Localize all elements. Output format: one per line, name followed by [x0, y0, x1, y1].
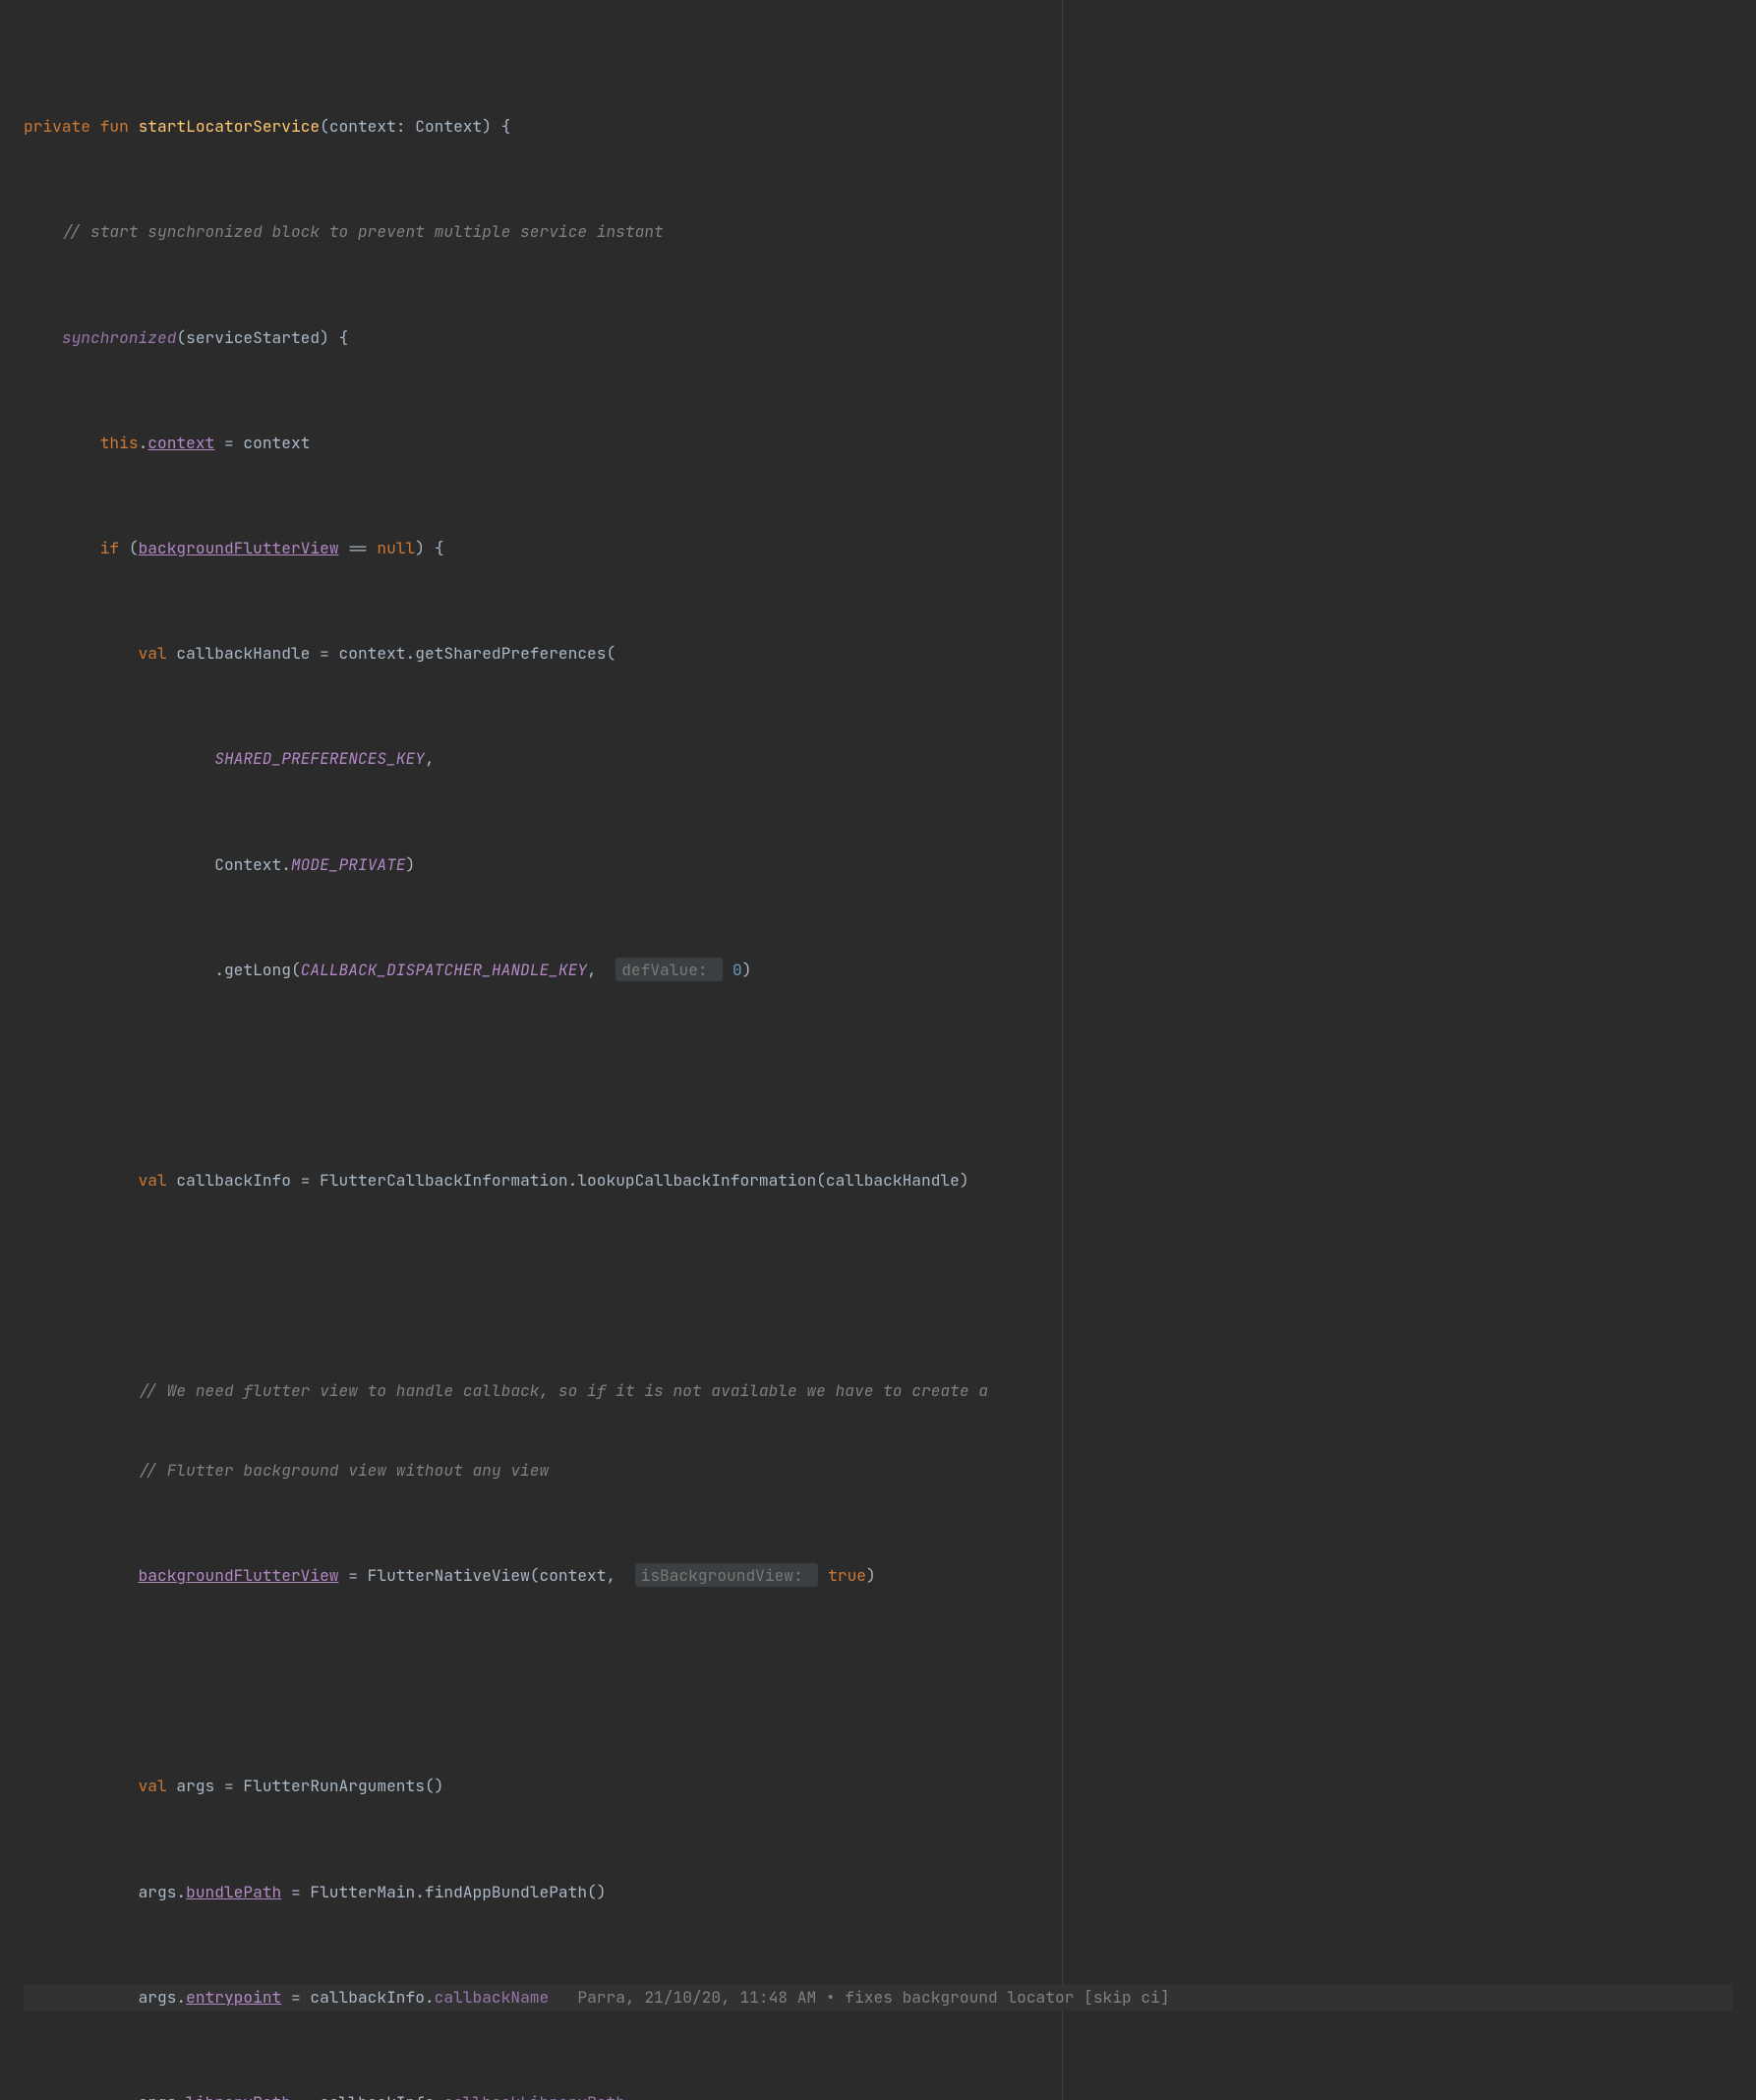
code-line[interactable]: // start synchronized block to prevent m… [24, 218, 1732, 245]
code-text: .getLong( [214, 959, 300, 980]
keyword: this [100, 432, 139, 453]
code-line[interactable]: args.libraryPath = callbackInfo.callback… [24, 2089, 1732, 2100]
code-text: = callbackInfo. [291, 2091, 443, 2100]
code-line[interactable] [24, 1667, 1732, 1694]
code-text: args. [139, 2091, 187, 2100]
code-line[interactable]: synchronized(serviceStarted) { [24, 324, 1732, 351]
code-text: args. [139, 1881, 187, 1902]
code-text: callbackInfo = FlutterCallbackInformatio… [167, 1169, 969, 1191]
constant: CALLBACK_DISPATCHER_HANDLE_KEY [301, 959, 587, 980]
code-line[interactable]: args.bundlePath = FlutterMain.findAppBun… [24, 1879, 1732, 1905]
keyword: null [377, 537, 415, 558]
comment: // We need flutter view to handle callba… [139, 1379, 988, 1401]
code-line[interactable]: this.context = context [24, 430, 1732, 456]
keyword: if [100, 537, 119, 558]
code-text: callbackHandle = context.getSharedPrefer… [167, 642, 616, 664]
property-ref: callbackLibraryPath [443, 2091, 625, 2100]
keyword: val [139, 1775, 167, 1796]
code-text: = callbackInfo. [281, 1986, 434, 2008]
code-text: ) [866, 1564, 876, 1586]
keyword: synchronized [62, 326, 177, 348]
code-line[interactable]: if (backgroundFlutterView == null) { [24, 535, 1732, 561]
field-ref: backgroundFlutterView [139, 1564, 339, 1586]
code-text: (serviceStarted) { [176, 326, 348, 348]
vcs-inline-blame: Parra, 21/10/20, 11:48 AM • fixes backgr… [549, 1986, 1169, 2008]
number-literal: 0 [732, 959, 742, 980]
code-text: = FlutterNativeView(context, [339, 1564, 625, 1586]
code-line[interactable]: // We need flutter view to handle callba… [24, 1377, 1732, 1404]
code-text: Context. [214, 853, 291, 875]
code-line[interactable]: backgroundFlutterView = FlutterNativeVie… [24, 1562, 1732, 1589]
code-line[interactable]: val args = FlutterRunArguments() [24, 1773, 1732, 1799]
keyword: val [139, 642, 167, 664]
keyword: val [139, 1169, 167, 1191]
code-text: , [425, 747, 435, 769]
code-line[interactable]: Context.MODE_PRIVATE) [24, 851, 1732, 878]
code-text: , [587, 959, 606, 980]
code-text: ) [742, 959, 752, 980]
field-ref: libraryPath [186, 2091, 291, 2100]
function-name: startLocatorService [139, 115, 321, 137]
code-line[interactable] [24, 1062, 1732, 1088]
code-editor[interactable]: private fun startLocatorService(context:… [0, 0, 1756, 2100]
code-text: (context: Context) { [320, 115, 510, 137]
code-line[interactable]: // Flutter background view without any v… [24, 1457, 1732, 1484]
code-text: args. [139, 1986, 187, 2008]
code-line[interactable]: val callbackInfo = FlutterCallbackInform… [24, 1167, 1732, 1194]
code-text: args = FlutterRunArguments() [167, 1775, 444, 1796]
constant: SHARED_PREFERENCES_KEY [214, 747, 425, 769]
code-text: ( [119, 537, 138, 558]
constant: MODE_PRIVATE [291, 853, 406, 875]
code-line[interactable]: .getLong(CALLBACK_DISPATCHER_HANDLE_KEY,… [24, 957, 1732, 983]
code-line[interactable] [24, 1272, 1732, 1299]
code-text: = context [214, 432, 310, 453]
property-ref: callbackName [435, 1986, 550, 2008]
code-text: . [139, 432, 148, 453]
keyword: private [24, 115, 90, 137]
parameter-hint: defValue: [615, 958, 723, 981]
code-line-current[interactable]: args.entrypoint = callbackInfo.callbackN… [24, 1984, 1732, 2011]
parameter-hint: isBackgroundView: [635, 1563, 819, 1587]
code-line[interactable]: SHARED_PREFERENCES_KEY, [24, 745, 1732, 772]
code-line[interactable]: val callbackHandle = context.getSharedPr… [24, 640, 1732, 667]
code-line[interactable]: private fun startLocatorService(context:… [24, 113, 1732, 140]
field-ref: context [147, 432, 214, 453]
comment: // Flutter background view without any v… [139, 1459, 550, 1481]
keyword: fun [100, 115, 129, 137]
code-text: ) [406, 853, 416, 875]
code-text: == [339, 537, 378, 558]
comment: // start synchronized block to prevent m… [62, 220, 664, 242]
code-text: = FlutterMain.findAppBundlePath() [281, 1881, 606, 1902]
field-ref: bundlePath [186, 1881, 281, 1902]
code-text: ) { [415, 537, 443, 558]
field-ref: entrypoint [186, 1986, 281, 2008]
field-ref: backgroundFlutterView [139, 537, 339, 558]
keyword: true [828, 1564, 866, 1586]
